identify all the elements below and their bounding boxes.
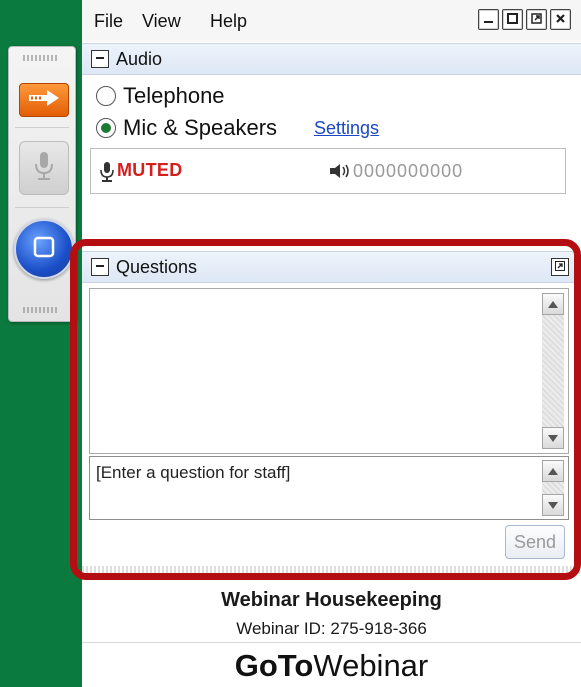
microphone-icon xyxy=(99,161,115,188)
screen-share-button[interactable] xyxy=(14,219,74,279)
divider xyxy=(15,207,69,208)
speaker-icon xyxy=(329,162,351,185)
audio-status-box: MUTED 0000000000 xyxy=(90,148,566,194)
grab-tab[interactable] xyxy=(8,46,76,322)
window-controls xyxy=(478,9,571,30)
menu-help[interactable]: Help xyxy=(210,11,247,32)
telephone-label: Telephone xyxy=(123,83,225,108)
questions-highlight-frame xyxy=(70,239,581,580)
mic-speakers-label: Mic & Speakers xyxy=(123,115,278,140)
webinar-title: Webinar Housekeeping xyxy=(221,589,442,611)
menu-file[interactable]: File xyxy=(94,11,123,32)
menu-bar: File View Help xyxy=(82,0,581,42)
audio-level-meter: 0000000000 xyxy=(353,161,464,181)
grip-handle-bottom[interactable] xyxy=(23,307,59,313)
minimize-button[interactable] xyxy=(478,9,499,30)
audio-collapse-button[interactable] xyxy=(91,50,109,68)
arrow-right-icon xyxy=(28,89,60,112)
minus-icon xyxy=(95,50,105,68)
logo-bold-text: GoTo xyxy=(234,648,314,683)
telephone-option[interactable]: Telephone xyxy=(96,83,225,109)
microphone-icon xyxy=(33,151,55,186)
radio-unselected-icon[interactable] xyxy=(96,86,116,106)
radio-selected-icon[interactable] xyxy=(96,118,116,138)
grip-handle-top[interactable] xyxy=(23,55,59,61)
menu-view[interactable]: View xyxy=(142,11,181,32)
maximize-button[interactable] xyxy=(502,9,523,30)
popout-button[interactable] xyxy=(526,9,547,30)
close-icon xyxy=(555,11,566,29)
minimize-icon xyxy=(483,11,494,29)
close-button[interactable] xyxy=(550,9,571,30)
logo-regular-text: Webinar xyxy=(313,648,429,683)
maximize-icon xyxy=(507,11,518,29)
square-stop-icon xyxy=(32,235,56,264)
webinar-id: Webinar ID: 275-918-366 xyxy=(236,619,427,638)
gotowebinar-logo: GoToWebinar xyxy=(82,648,581,684)
divider xyxy=(15,127,69,128)
mic-mute-button[interactable] xyxy=(19,141,69,195)
toggle-panel-button[interactable] xyxy=(19,83,69,117)
audio-settings-link[interactable]: Settings xyxy=(314,118,379,139)
divider xyxy=(82,642,581,643)
muted-status: MUTED xyxy=(117,160,183,180)
audio-section-header: Audio xyxy=(82,43,581,75)
popout-icon xyxy=(531,11,542,29)
mic-speakers-option[interactable]: Mic & Speakers xyxy=(96,115,277,141)
audio-title: Audio xyxy=(116,49,163,69)
